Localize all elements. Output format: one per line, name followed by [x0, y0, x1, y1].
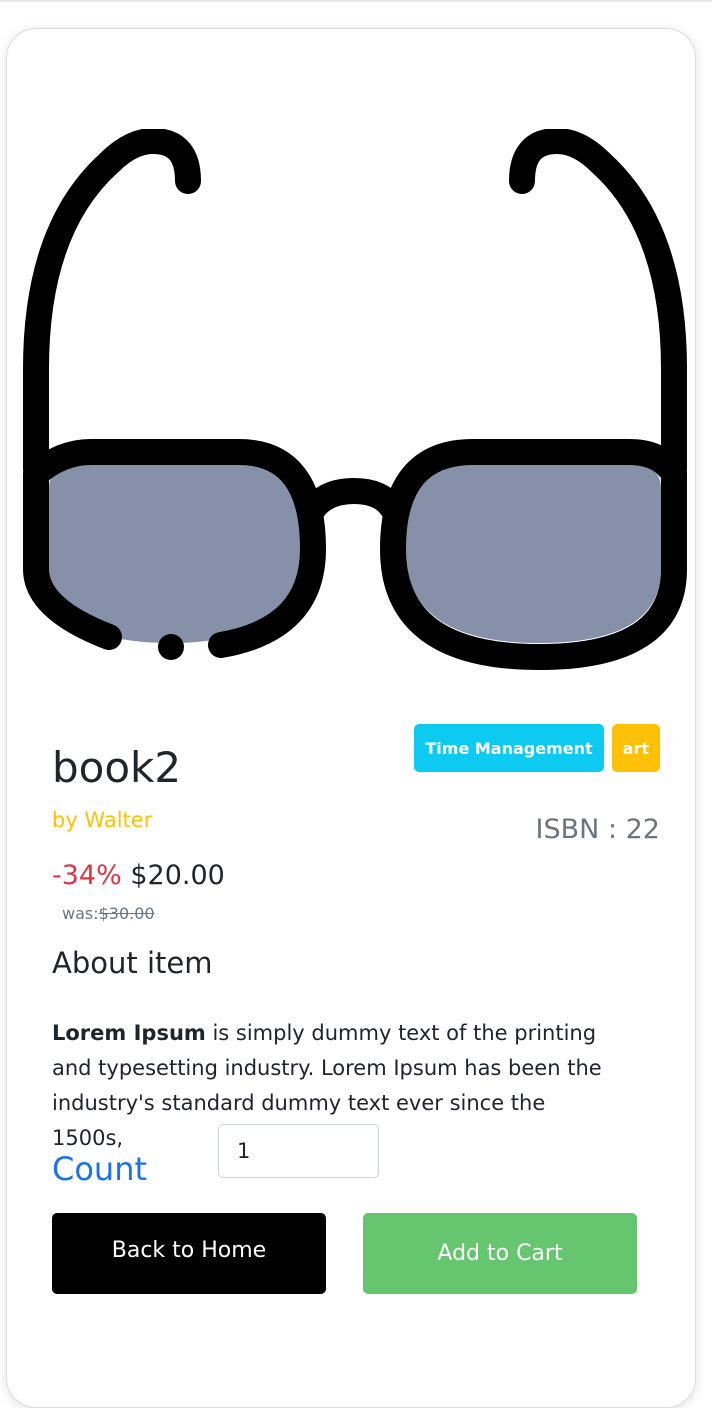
product-author: by Walter — [52, 808, 153, 832]
original-price: $30.00 — [98, 904, 155, 923]
current-price: $20.00 — [130, 860, 225, 891]
count-label: Count — [52, 1150, 148, 1188]
discount-percent: -34% — [52, 860, 122, 891]
tag-time-management[interactable]: Time Management — [414, 724, 604, 772]
price-row: -34% $20.00 — [52, 860, 225, 891]
was-price-row: was:$30.00 — [62, 904, 155, 923]
was-label: was: — [62, 904, 99, 923]
add-to-cart-button[interactable]: Add to Cart — [363, 1213, 637, 1294]
frame-dot — [158, 634, 184, 660]
sunglasses-icon — [23, 128, 687, 670]
back-to-home-button[interactable]: Back to Home — [52, 1213, 326, 1294]
product-title: book2 — [52, 743, 182, 792]
product-image — [21, 128, 691, 699]
product-card — [6, 28, 696, 1408]
tag-art[interactable]: art — [611, 724, 660, 772]
top-divider — [0, 0, 712, 2]
right-lens — [405, 463, 661, 643]
count-input[interactable] — [218, 1124, 379, 1178]
description-bold: Lorem Ipsum — [52, 1021, 206, 1045]
about-heading: About item — [52, 946, 213, 980]
isbn-label: ISBN : 22 — [535, 814, 660, 845]
tag-list: Time Management art — [414, 724, 660, 772]
